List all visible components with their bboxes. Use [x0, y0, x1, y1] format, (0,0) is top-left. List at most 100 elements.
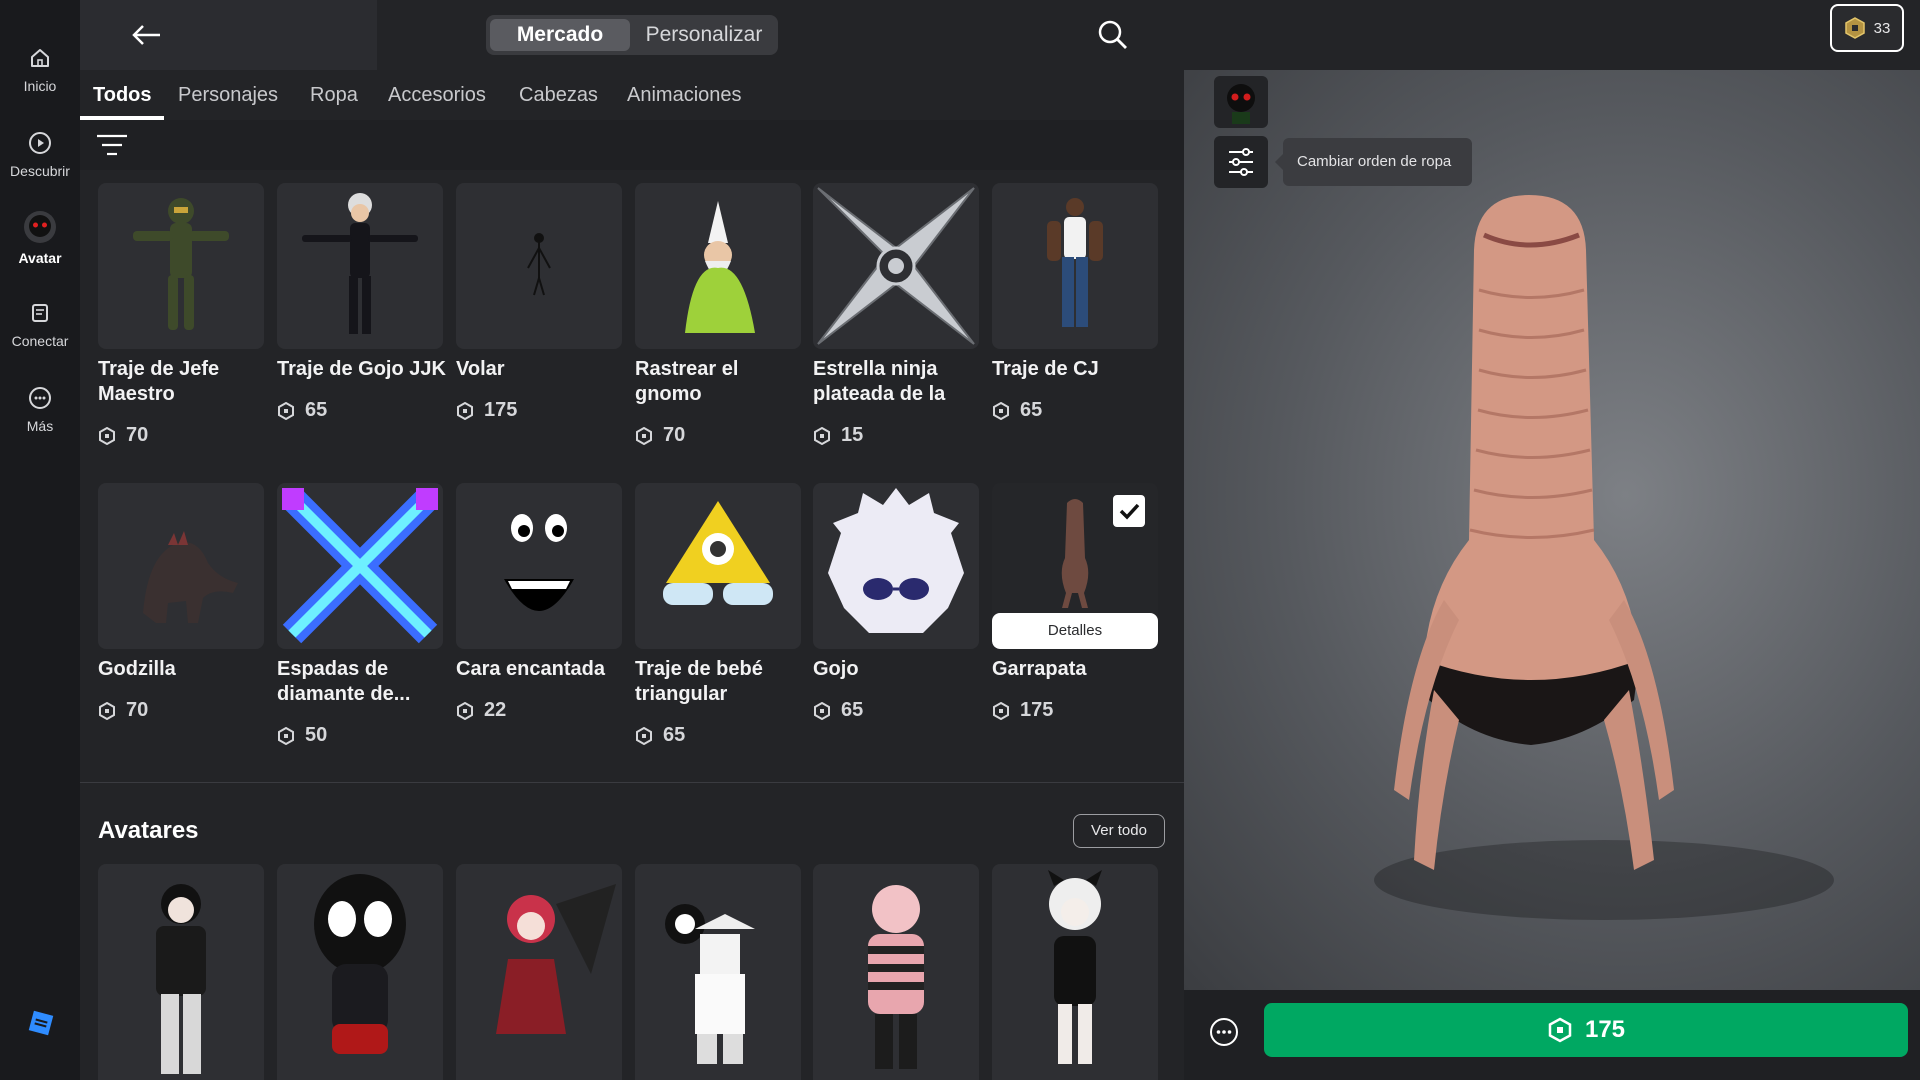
tab-personalizar[interactable]: Personalizar: [636, 19, 772, 51]
tab-cabezas[interactable]: Cabezas: [519, 84, 598, 107]
mode-switch: Mercado Personalizar: [486, 15, 778, 55]
robux-icon: [993, 701, 1009, 720]
robux-icon: [1844, 17, 1865, 39]
selected-checkbox[interactable]: [1113, 495, 1145, 527]
item-price: 15: [813, 424, 863, 447]
item-thumbnail: [277, 183, 443, 349]
avatar-card[interactable]: [98, 864, 264, 1080]
nav-item-conectar[interactable]: Conectar: [0, 285, 80, 355]
avatar-card[interactable]: [992, 864, 1158, 1080]
left-nav: Inicio Descubrir Avatar Conectar Más: [0, 0, 80, 1080]
item-thumbnail: [992, 183, 1158, 349]
avatar-card[interactable]: [456, 864, 622, 1080]
item-name: Godzilla: [98, 658, 176, 680]
tab-ropa[interactable]: Ropa: [310, 84, 358, 107]
item-thumbnail: [277, 483, 443, 649]
robux-icon: [457, 401, 473, 420]
play-circle-icon: [29, 132, 51, 154]
robux-icon: [1548, 1017, 1572, 1043]
buy-price: 175: [1584, 1016, 1626, 1043]
item-name: Gojo: [813, 658, 859, 680]
back-button[interactable]: [80, 0, 377, 70]
nav-label: Descubrir: [10, 163, 70, 179]
item-price: 50: [277, 724, 327, 747]
item-thumbnail: [813, 183, 979, 349]
item-name: Estrella ninja plateada de la: [813, 358, 946, 405]
tab-personajes[interactable]: Personajes: [178, 84, 278, 107]
chat-icon: [32, 304, 48, 322]
item-price: 70: [98, 424, 148, 447]
item-name: Traje de CJ: [992, 358, 1099, 380]
item-thumbnail: [98, 483, 264, 649]
nav-item-avatar[interactable]: Avatar: [0, 200, 80, 270]
item-price: 65: [635, 724, 685, 747]
item-thumbnail: [635, 183, 801, 349]
roblox-logo-icon[interactable]: [26, 1008, 56, 1038]
item-price: 65: [992, 399, 1042, 422]
robux-icon: [993, 401, 1009, 420]
item-thumbnail: [635, 483, 801, 649]
details-button[interactable]: Detalles: [992, 613, 1158, 649]
item-name: Espadas de diamante de...: [277, 658, 411, 705]
nav-item-mas[interactable]: Más: [0, 370, 80, 440]
robux-icon: [278, 726, 294, 745]
tab-accesorios[interactable]: Accesorios: [388, 84, 486, 107]
filter-icon[interactable]: [97, 134, 127, 156]
preview-top-bar: [1184, 0, 1920, 70]
nav-item-inicio[interactable]: Inicio: [0, 30, 80, 100]
app: Inicio Descubrir Avatar Conectar Más Mer…: [0, 0, 1920, 1080]
robux-balance[interactable]: 33: [1830, 4, 1904, 52]
robux-icon: [99, 426, 115, 445]
robux-balance-value: 33: [1873, 19, 1891, 37]
avatar-icon: [24, 211, 56, 243]
avatar-card[interactable]: [277, 864, 443, 1080]
item-thumbnail: [456, 183, 622, 349]
item-name: Cara encantada: [456, 658, 605, 680]
buy-button[interactable]: 175: [1264, 1003, 1908, 1057]
avatar-card[interactable]: [635, 864, 801, 1080]
category-tabs: Todos Personajes Ropa Accesorios Cabezas…: [80, 70, 1184, 120]
item-name: Traje de bebé triangular: [635, 658, 763, 705]
current-avatar-thumbnail[interactable]: [1214, 76, 1268, 128]
item-name: Traje de Jefe Maestro: [98, 358, 220, 405]
sliders-icon: [1229, 148, 1253, 176]
tab-animaciones[interactable]: Animaciones: [627, 84, 742, 107]
nav-label: Avatar: [18, 250, 62, 266]
item-price: 70: [635, 424, 685, 447]
item-thumbnail: [813, 483, 979, 649]
see-all-button[interactable]: Ver todo: [1073, 814, 1165, 848]
section-title: Avatares: [98, 817, 199, 844]
nav-item-descubrir[interactable]: Descubrir: [0, 115, 80, 185]
robux-icon: [636, 726, 652, 745]
item-price: 175: [992, 699, 1053, 722]
home-icon: [31, 49, 49, 67]
section-divider: [80, 782, 1184, 783]
robux-icon: [99, 701, 115, 720]
avatar-head-icon: [1227, 84, 1255, 124]
nav-label: Inicio: [23, 78, 57, 94]
tab-mercado[interactable]: Mercado: [490, 19, 630, 51]
robux-icon: [814, 426, 830, 445]
filter-bar: [80, 120, 1184, 170]
item-price: 22: [456, 699, 506, 722]
robux-icon: [457, 701, 473, 720]
top-bar: Mercado Personalizar: [80, 0, 1184, 70]
change-clothing-order-button[interactable]: [1214, 136, 1268, 188]
item-price: 70: [98, 699, 148, 722]
marketplace-panel: Mercado Personalizar Todos Personajes Ro…: [80, 0, 1184, 1080]
item-price: 65: [277, 399, 327, 422]
search-icon[interactable]: [1096, 18, 1130, 52]
robux-icon: [278, 401, 294, 420]
nav-label: Más: [26, 418, 54, 434]
nav-label: Conectar: [11, 333, 69, 349]
robux-icon: [814, 701, 830, 720]
more-options-icon[interactable]: [1208, 1016, 1240, 1048]
avatar-card[interactable]: [813, 864, 979, 1080]
item-name: Rastrear el gnomo: [635, 358, 739, 405]
back-arrow-icon: [132, 25, 160, 45]
item-thumbnail: [456, 483, 622, 649]
item-price: 65: [813, 699, 863, 722]
item-name: Volar: [456, 358, 505, 380]
tab-todos[interactable]: Todos: [93, 84, 152, 107]
item-name: Traje de Gojo JJK: [277, 358, 446, 380]
